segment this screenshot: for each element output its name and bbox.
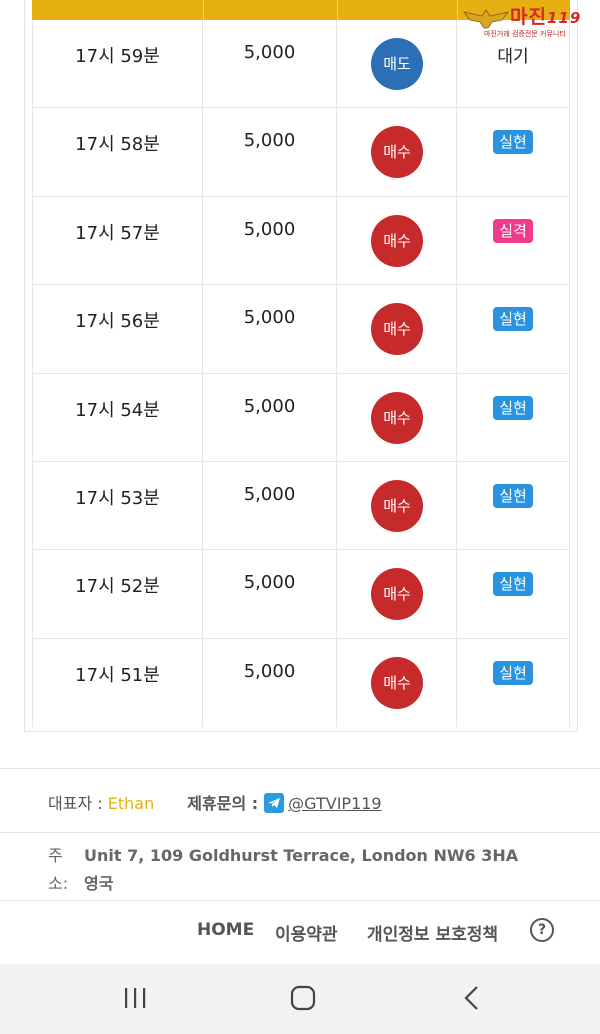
amount-cell: 5,000 bbox=[203, 20, 337, 108]
trade-amount: 5,000 bbox=[243, 572, 296, 594]
amount-cell: 5,000 bbox=[203, 196, 337, 285]
position-badge: 매수 bbox=[371, 214, 423, 267]
position-badge: 매수 bbox=[371, 126, 423, 179]
partner-telegram-link[interactable]: @GTVIP119 bbox=[288, 794, 381, 813]
trade-time: 17시 52분 bbox=[75, 576, 160, 598]
result-cell: 실현 bbox=[457, 461, 570, 550]
telegram-icon[interactable] bbox=[264, 793, 285, 813]
amount-cell: 5,000 bbox=[203, 373, 337, 461]
table-row: 17시 58분 5,000 매수 실현 bbox=[32, 108, 570, 197]
address-label: 소: bbox=[48, 874, 69, 893]
result-cell: 실현 bbox=[457, 373, 570, 461]
system-navigation-bar bbox=[0, 964, 600, 1034]
table-row: 17시 54분 5,000 매수 실현 bbox=[32, 373, 570, 462]
amount-cell: 5,000 bbox=[203, 108, 337, 196]
time-cell: 17시 51분 bbox=[32, 638, 203, 728]
time-cell: 17시 58분 bbox=[32, 108, 203, 196]
position-badge: 매수 bbox=[371, 479, 423, 532]
position-cell: 매수 bbox=[337, 550, 457, 638]
time-cell: 17시 52분 bbox=[32, 550, 203, 638]
trade-time: 17시 58분 bbox=[75, 134, 160, 156]
result-cell: 실현 bbox=[457, 550, 570, 638]
recents-icon[interactable] bbox=[122, 986, 148, 1010]
result-badge: 실현 bbox=[493, 395, 533, 420]
time-cell: 17시 53분 bbox=[32, 461, 203, 550]
position-badge: 매수 bbox=[371, 303, 423, 356]
trade-amount: 5,000 bbox=[243, 307, 296, 329]
address-block: 주 Unit 7, 109 Goldhurst Terrace, London N… bbox=[48, 842, 518, 898]
result-status: 대기 bbox=[497, 47, 529, 67]
position-cell: 매도 bbox=[337, 20, 457, 108]
position-badge: 매수 bbox=[371, 391, 423, 444]
home-icon[interactable] bbox=[290, 985, 316, 1011]
position-cell: 매수 bbox=[337, 638, 457, 728]
position-cell: 매수 bbox=[337, 108, 457, 196]
position-cell: 매수 bbox=[337, 461, 457, 550]
eagle-wing-icon bbox=[463, 9, 509, 29]
trade-amount: 5,000 bbox=[243, 130, 296, 152]
footer-link-home[interactable]: HOME bbox=[197, 920, 254, 940]
position-badge: 매도 bbox=[371, 38, 423, 90]
time-cell: 17시 59분 bbox=[32, 20, 203, 108]
site-logo[interactable]: 마진119 마진거래 검증전문 커뮤니티 bbox=[462, 4, 592, 40]
table-row: 17시 56분 5,000 매수 실현 bbox=[32, 285, 570, 374]
position-badge: 매수 bbox=[371, 656, 423, 709]
help-circle-icon[interactable]: ? bbox=[530, 918, 554, 942]
trade-amount: 5,000 bbox=[243, 218, 296, 240]
table-row: 17시 51분 5,000 매수 실현 bbox=[32, 638, 570, 728]
footer-link-terms[interactable]: 이용약관 bbox=[275, 920, 338, 945]
table-row: 17시 52분 5,000 매수 실현 bbox=[32, 550, 570, 639]
address-label: 주 bbox=[48, 846, 63, 865]
table-row: 17시 57분 5,000 매수 실격 bbox=[32, 196, 570, 286]
page: 17시 59분 5,000 매도 대기 17시 58분 5,000 매수 실현 17시 57분 5… bbox=[0, 0, 600, 1034]
trade-time: 17시 57분 bbox=[75, 222, 160, 244]
result-cell: 실현 bbox=[457, 108, 570, 196]
trade-amount: 5,000 bbox=[243, 42, 296, 63]
amount-cell: 5,000 bbox=[203, 550, 337, 638]
result-badge: 실현 bbox=[493, 660, 533, 685]
footer-divider bbox=[0, 900, 600, 901]
amount-cell: 5,000 bbox=[203, 461, 337, 550]
trade-history-table: 17시 59분 5,000 매도 대기 17시 58분 5,000 매수 실현 17시 57분 5… bbox=[32, 20, 570, 728]
time-cell: 17시 56분 bbox=[32, 285, 203, 373]
logo-tagline: 마진거래 검증전문 커뮤니티 bbox=[484, 30, 566, 38]
position-badge: 매수 bbox=[371, 568, 423, 621]
amount-cell: 5,000 bbox=[203, 638, 337, 728]
result-cell: 실현 bbox=[457, 285, 570, 373]
result-badge: 실현 bbox=[493, 572, 533, 597]
position-cell: 매수 bbox=[337, 196, 457, 285]
company-info-line: 대표자 : Ethan 제휴문의 : @GTVIP119 bbox=[48, 790, 382, 814]
trade-amount: 5,000 bbox=[243, 395, 296, 417]
result-badge: 실격 bbox=[493, 218, 533, 243]
footer-link-privacy[interactable]: 개인정보 보호정책 bbox=[367, 920, 498, 945]
trade-time: 17시 54분 bbox=[75, 399, 160, 421]
time-cell: 17시 57분 bbox=[32, 196, 203, 285]
trade-amount: 5,000 bbox=[243, 660, 296, 682]
result-cell: 실현 bbox=[457, 638, 570, 728]
table-row: 17시 53분 5,000 매수 실현 bbox=[32, 461, 570, 551]
trade-amount: 5,000 bbox=[243, 483, 296, 505]
position-cell: 매수 bbox=[337, 373, 457, 461]
footer-divider bbox=[0, 768, 600, 769]
footer-divider bbox=[0, 832, 600, 833]
amount-cell: 5,000 bbox=[203, 285, 337, 373]
trade-time: 17시 51분 bbox=[75, 664, 160, 686]
logo-brand: 마진119 bbox=[510, 6, 582, 28]
trade-time: 17시 53분 bbox=[75, 487, 160, 509]
address-country: 영국 bbox=[84, 874, 114, 893]
footer-nav: HOME 이용약관 개인정보 보호정책 bbox=[0, 920, 600, 945]
partner-label: 제휴문의 : bbox=[187, 794, 259, 813]
result-cell: 실격 bbox=[457, 196, 570, 285]
result-badge: 실현 bbox=[493, 483, 533, 508]
trade-time: 17시 59분 bbox=[75, 46, 160, 67]
position-cell: 매수 bbox=[337, 285, 457, 373]
trade-time: 17시 56분 bbox=[75, 311, 160, 333]
result-badge: 실현 bbox=[493, 307, 533, 332]
back-icon[interactable] bbox=[462, 985, 482, 1011]
address-line: Unit 7, 109 Goldhurst Terrace, London NW… bbox=[84, 846, 519, 865]
ceo-name: Ethan bbox=[107, 794, 155, 813]
ceo-label: 대표자 : bbox=[48, 794, 103, 813]
result-badge: 실현 bbox=[493, 130, 533, 155]
time-cell: 17시 54분 bbox=[32, 373, 203, 461]
